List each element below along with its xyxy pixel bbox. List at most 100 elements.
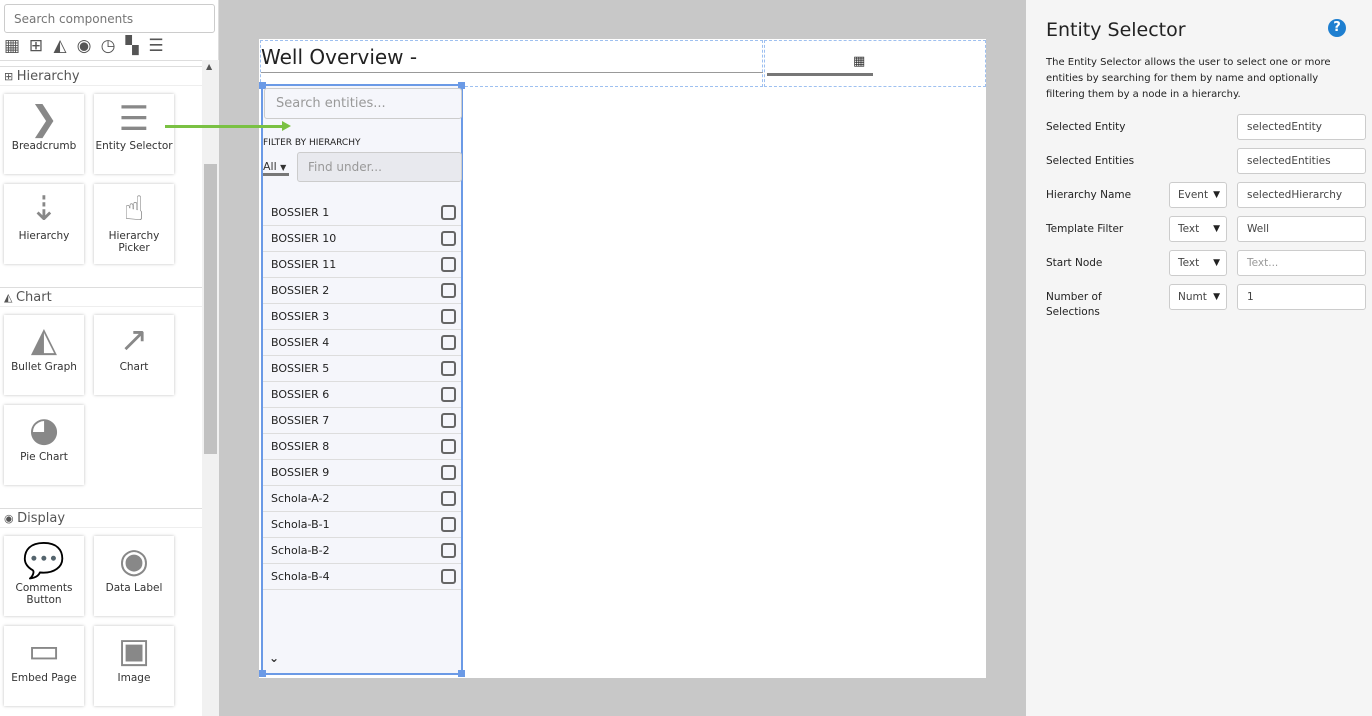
component-tile[interactable]: ◕ Pie Chart <box>4 405 84 485</box>
entity-name: Schola-B-2 <box>271 544 330 557</box>
tile-label: Chart <box>119 361 149 373</box>
entity-checkbox[interactable] <box>441 517 456 532</box>
component-tile[interactable]: ◉ Data Label <box>94 536 174 616</box>
property-input[interactable]: 1 <box>1237 284 1366 310</box>
table-icon[interactable]: ▦ <box>3 36 21 56</box>
resize-handle[interactable] <box>458 670 465 677</box>
component-tile[interactable]: ▭ Embed Page <box>4 626 84 706</box>
property-input[interactable]: Well <box>1237 216 1366 242</box>
entity-selector-widget[interactable]: Search entities... FILTER BY HIERARCHY A… <box>259 82 465 677</box>
entity-name: Schola-A-2 <box>271 492 330 505</box>
entity-name: Schola-B-1 <box>271 518 330 531</box>
component-tile[interactable]: 💬 Comments Button <box>4 536 84 616</box>
entity-checkbox[interactable] <box>441 387 456 402</box>
scroll-up-icon[interactable]: ▲ <box>206 62 212 71</box>
component-tile[interactable]: ☰ Entity Selector <box>94 94 174 174</box>
entity-row[interactable]: BOSSIER 7 <box>263 408 461 434</box>
section-label: Display <box>17 511 66 526</box>
properties-panel: Entity Selector ? The Entity Selector al… <box>1026 0 1372 716</box>
property-input[interactable]: selectedEntities <box>1237 148 1366 174</box>
entity-row[interactable]: BOSSIER 1 <box>263 200 461 226</box>
section-header-hierarchy[interactable]: ⊞ Hierarchy <box>0 66 202 86</box>
entity-checkbox[interactable] <box>441 257 456 272</box>
entity-name: BOSSIER 3 <box>271 310 330 323</box>
title-widget[interactable]: Well Overview - <box>260 40 763 87</box>
hierarchy-filter-dropdown[interactable]: All ▼ <box>263 160 289 176</box>
scrollbar-thumb[interactable] <box>204 164 217 454</box>
component-tile[interactable]: ↗ Chart <box>94 315 174 395</box>
property-type-select[interactable]: Numt <box>1169 284 1227 310</box>
search-components-input[interactable] <box>4 4 215 33</box>
sliders-icon[interactable]: ☰ <box>147 36 165 56</box>
entity-checkbox[interactable] <box>441 205 456 220</box>
clock-icon[interactable]: ◷ <box>99 36 117 56</box>
property-type-select[interactable]: Text <box>1169 216 1227 242</box>
entity-checkbox[interactable] <box>441 413 456 428</box>
palette-scrollbar[interactable]: ▲ <box>202 60 219 716</box>
property-label: Template Filter <box>1046 223 1124 235</box>
component-tile[interactable]: ◭ Bullet Graph <box>4 315 84 395</box>
entity-name: BOSSIER 2 <box>271 284 330 297</box>
property-input[interactable]: Text... <box>1237 250 1366 276</box>
date-widget[interactable]: ▦ <box>764 40 986 87</box>
component-tile[interactable]: ❯ Breadcrumb <box>4 94 84 174</box>
entity-checkbox[interactable] <box>441 283 456 298</box>
calendar-icon[interactable]: ▦ <box>853 54 865 69</box>
entity-row[interactable]: BOSSIER 4 <box>263 330 461 356</box>
section-header-chart[interactable]: ◭ Chart <box>0 287 202 307</box>
entity-row[interactable]: BOSSIER 11 <box>263 252 461 278</box>
entity-checkbox[interactable] <box>441 335 456 350</box>
chart-icon[interactable]: ◭ <box>51 36 69 56</box>
grid-icon[interactable]: ▚ <box>123 36 141 56</box>
entity-checkbox[interactable] <box>441 543 456 558</box>
sort-list-icon: ⇣ <box>29 189 59 229</box>
hierarchy-icon[interactable]: ⊞ <box>27 36 45 56</box>
component-tile[interactable]: ▣ Image <box>94 626 174 706</box>
entity-row[interactable]: Schola-B-1 <box>263 512 461 538</box>
entity-row[interactable]: BOSSIER 9 <box>263 460 461 486</box>
component-tile[interactable]: ⇣ Hierarchy <box>4 184 84 264</box>
component-tile[interactable]: ☝ Hierarchy Picker <box>94 184 174 264</box>
search-entities-input[interactable]: Search entities... <box>264 88 462 119</box>
tile-label: Bullet Graph <box>11 361 77 373</box>
entity-checkbox[interactable] <box>441 465 456 480</box>
filter-value: All <box>263 160 277 173</box>
entity-name: BOSSIER 6 <box>271 388 330 401</box>
entity-name: BOSSIER 4 <box>271 336 330 349</box>
entity-row[interactable]: BOSSIER 8 <box>263 434 461 460</box>
entity-row[interactable]: BOSSIER 10 <box>263 226 461 252</box>
property-label: Hierarchy Name <box>1046 189 1132 201</box>
chevron-down-icon[interactable]: ⌄ <box>269 651 279 665</box>
entity-checkbox[interactable] <box>441 361 456 376</box>
entity-row[interactable]: Schola-B-2 <box>263 538 461 564</box>
property-label: Selected Entity <box>1046 121 1126 133</box>
section-label: Hierarchy <box>16 69 80 84</box>
section-header-display[interactable]: ◉ Display <box>0 508 202 528</box>
entity-checkbox[interactable] <box>441 231 456 246</box>
line-chart-icon: ↗ <box>119 320 149 360</box>
property-input[interactable]: selectedHierarchy <box>1237 182 1366 208</box>
entity-row[interactable]: BOSSIER 2 <box>263 278 461 304</box>
entity-checkbox[interactable] <box>441 569 456 584</box>
entity-row[interactable]: BOSSIER 5 <box>263 356 461 382</box>
entity-checkbox[interactable] <box>441 309 456 324</box>
property-input[interactable]: selectedEntity <box>1237 114 1366 140</box>
entity-checkbox[interactable] <box>441 491 456 506</box>
entity-row[interactable]: Schola-A-2 <box>263 486 461 512</box>
chart-icon: ◭ <box>4 291 16 304</box>
property-type-select[interactable]: Text <box>1169 250 1227 276</box>
property-type-select[interactable]: Event <box>1169 182 1227 208</box>
page-title[interactable]: Well Overview - <box>261 45 763 73</box>
find-under-input[interactable]: Find under... <box>297 152 462 182</box>
comments-icon: 💬 <box>22 541 66 581</box>
entity-row[interactable]: BOSSIER 3 <box>263 304 461 330</box>
entity-checkbox[interactable] <box>441 439 456 454</box>
entity-name: BOSSIER 10 <box>271 232 337 245</box>
panel-title: Entity Selector <box>1046 19 1186 41</box>
entity-row[interactable]: Schola-B-4 <box>263 564 461 590</box>
help-icon[interactable]: ? <box>1328 19 1346 37</box>
entity-row[interactable]: BOSSIER 6 <box>263 382 461 408</box>
eye-icon[interactable]: ◉ <box>75 36 93 56</box>
resize-handle[interactable] <box>259 670 266 677</box>
component-palette: ▦ ⊞ ◭ ◉ ◷ ▚ ☰ ⊞ Hierarchy ❯Breadcrumb☰Entity Se… <box>0 0 219 716</box>
